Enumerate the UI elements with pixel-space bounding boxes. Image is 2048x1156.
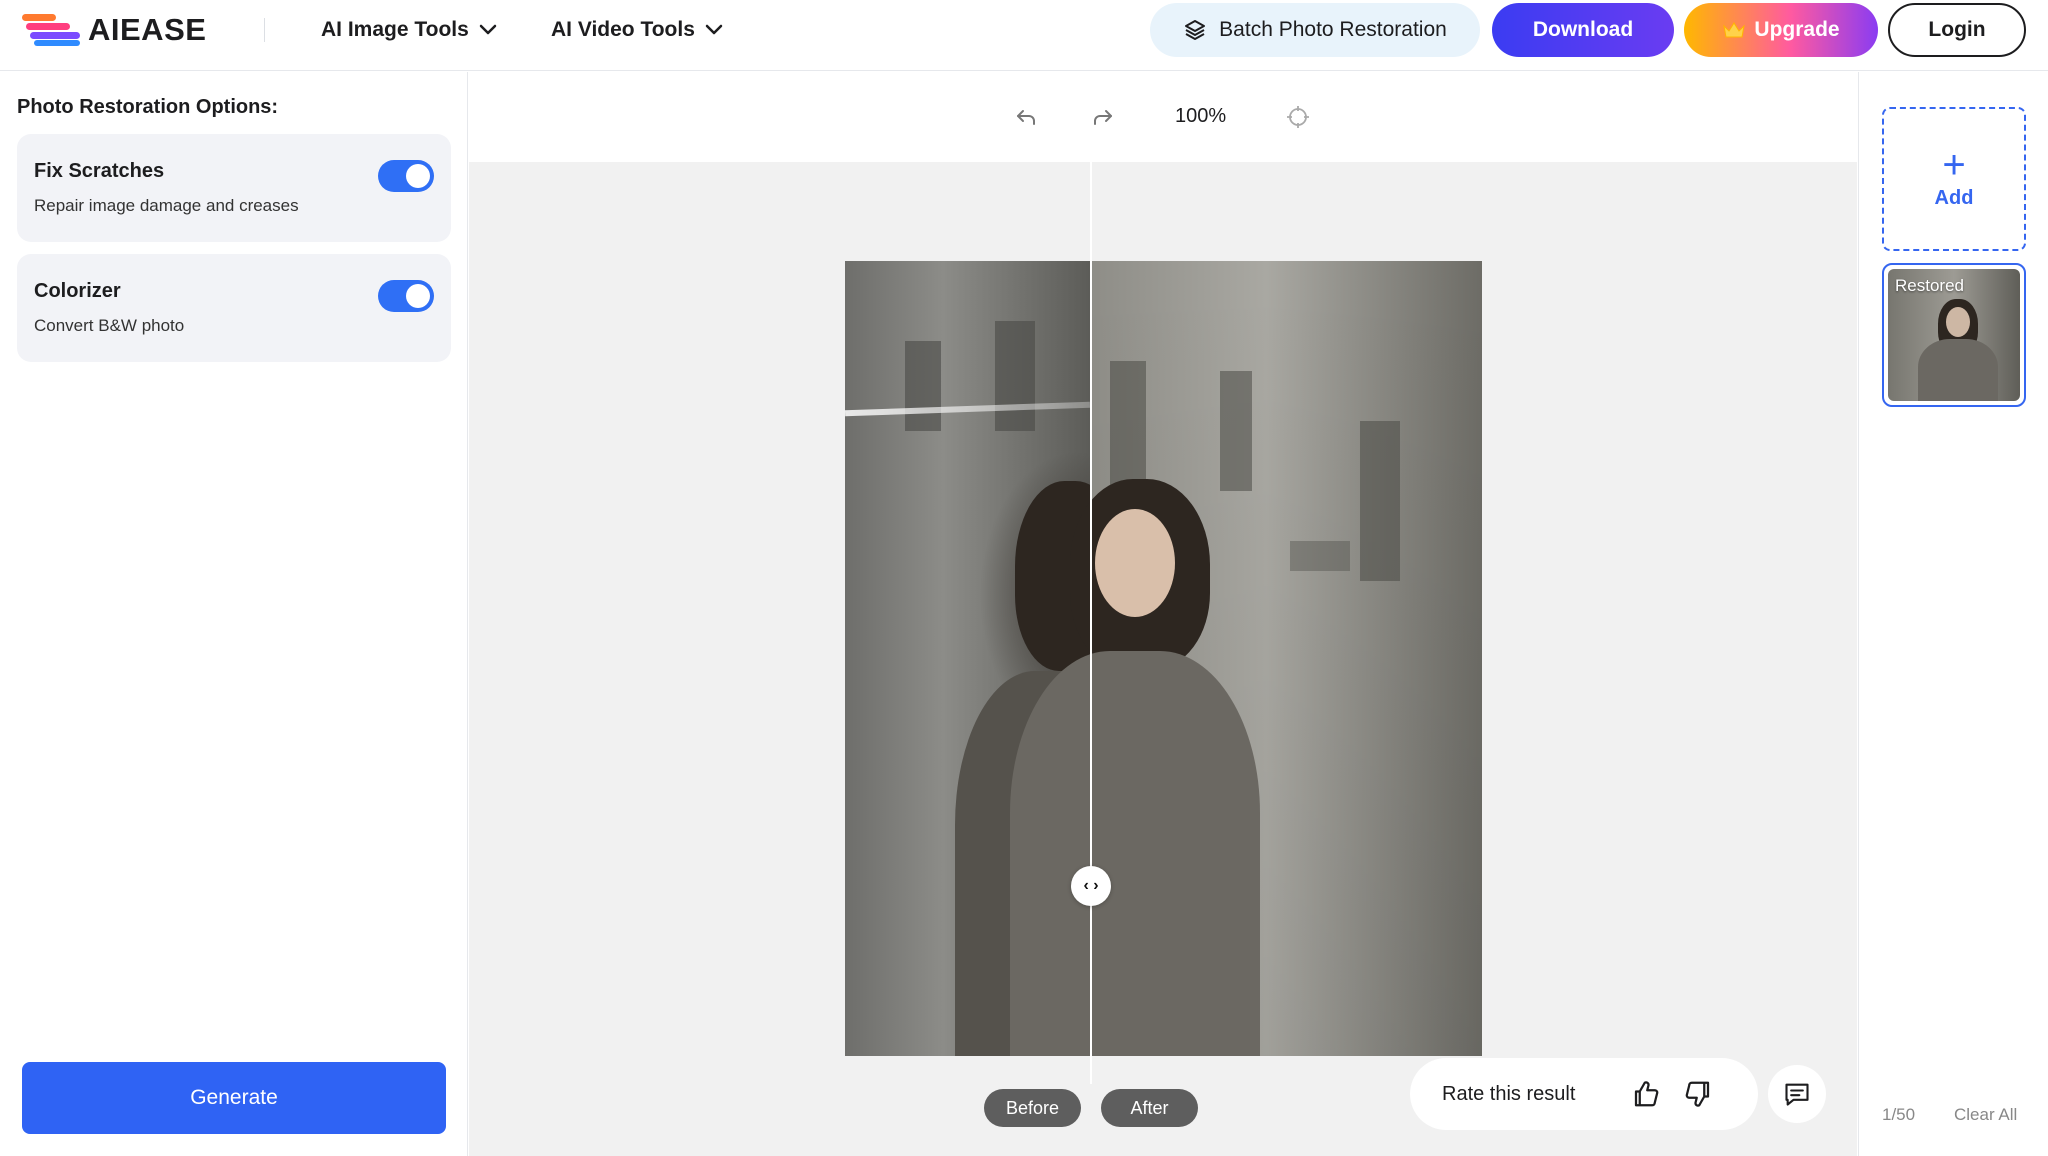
thumbnail-label: Restored (1895, 276, 1964, 295)
generate-label: Generate (190, 1086, 278, 1109)
rate-result-box: Rate this result (1410, 1058, 1758, 1130)
image-list-panel: + Add Restored 1/50 Clear All (1858, 72, 2048, 1156)
login-button[interactable]: Login (1888, 3, 2026, 57)
undo-icon[interactable] (1012, 103, 1040, 131)
add-image-button[interactable]: + Add (1882, 107, 2026, 251)
logo-mark-icon (22, 14, 80, 46)
after-label: After (1130, 1097, 1169, 1118)
nav-ai-image-tools[interactable]: AI Image Tools (321, 16, 497, 44)
nav-ai-video-tools[interactable]: AI Video Tools (551, 16, 723, 44)
editor-canvas: 100% (469, 72, 1857, 1156)
thumbs-up-icon[interactable] (1631, 1079, 1661, 1109)
compare-slider-handle[interactable]: ‹ › (1071, 866, 1111, 906)
thumbs-down-icon[interactable] (1683, 1079, 1713, 1109)
canvas-toolbar: 100% (469, 72, 1857, 162)
crown-icon (1723, 22, 1746, 38)
header-divider (264, 18, 265, 42)
compare-divider-line[interactable] (1090, 90, 1092, 1084)
thumbnail-image: Restored (1888, 269, 2020, 401)
login-label: Login (1928, 18, 1986, 41)
crosshair-icon[interactable] (1284, 103, 1312, 131)
download-button[interactable]: Download (1492, 3, 1674, 57)
upgrade-button[interactable]: Upgrade (1684, 3, 1878, 57)
after-label-pill: After (1101, 1089, 1198, 1127)
chat-icon (1785, 1083, 1809, 1106)
nav-label: AI Image Tools (321, 18, 469, 41)
before-after-compare[interactable] (845, 261, 1482, 1056)
option-description: Convert B&W photo (34, 316, 185, 335)
restoration-options-panel: Photo Restoration Options: Fix Scratches… (0, 72, 468, 1156)
zoom-level[interactable]: 100% (1175, 105, 1226, 128)
top-header: AIEASE AI Image Tools AI Video Tools Bat… (0, 0, 2048, 71)
rate-label: Rate this result (1442, 1082, 1576, 1105)
nav-label: AI Video Tools (551, 18, 695, 41)
option-title: Fix Scratches (34, 160, 165, 182)
option-colorizer: Colorizer Convert B&W photo (17, 254, 451, 362)
before-label-pill: Before (984, 1089, 1081, 1127)
generate-button[interactable]: Generate (22, 1062, 446, 1134)
clear-all-button[interactable]: Clear All (1954, 1105, 2017, 1125)
plus-icon: + (1942, 142, 1966, 187)
restored-thumbnail[interactable]: Restored (1882, 263, 2026, 407)
layers-icon (1185, 20, 1206, 40)
upgrade-label: Upgrade (1754, 18, 1840, 41)
chevron-down-icon (479, 24, 497, 35)
option-title: Colorizer (34, 280, 121, 302)
option-fix-scratches: Fix Scratches Repair image damage and cr… (17, 134, 451, 242)
panel-title: Photo Restoration Options: (17, 96, 279, 118)
batch-label: Batch Photo Restoration (1219, 18, 1447, 41)
before-label: Before (1005, 1097, 1060, 1118)
image-count: 1/50 (1882, 1105, 1916, 1124)
logo-text: AIEASE (88, 12, 207, 47)
after-image (1010, 261, 1482, 1056)
aiease-logo[interactable]: AIEASE (22, 12, 207, 47)
download-label: Download (1532, 18, 1634, 41)
add-label: Add (1934, 186, 1974, 209)
option-description: Repair image damage and creases (34, 196, 299, 215)
chevron-down-icon (705, 24, 723, 35)
colorizer-toggle[interactable] (378, 280, 434, 312)
redo-icon[interactable] (1089, 103, 1117, 131)
scratch-crease (845, 401, 1091, 417)
fix-scratches-toggle[interactable] (378, 160, 434, 192)
batch-photo-restoration-button[interactable]: Batch Photo Restoration (1150, 3, 1480, 57)
feedback-chat-button[interactable] (1768, 1065, 1826, 1123)
